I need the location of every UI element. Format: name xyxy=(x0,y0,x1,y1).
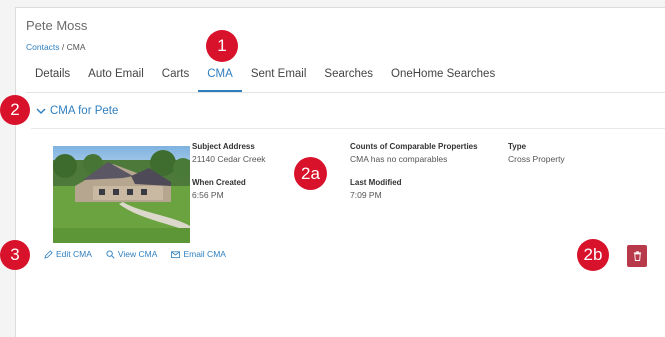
tab-onehome-searches[interactable]: OneHome Searches xyxy=(382,66,504,92)
view-cma-link[interactable]: View CMA xyxy=(106,249,158,259)
cma-section-toggle[interactable]: CMA for Pete xyxy=(36,105,118,117)
type-value: Cross Property xyxy=(508,154,565,164)
comparables-count-label: Counts of Comparable Properties xyxy=(350,142,478,151)
tab-carts[interactable]: Carts xyxy=(153,66,198,92)
callout-marker-1: 1 xyxy=(206,30,238,62)
cma-section-title: CMA for Pete xyxy=(50,105,119,117)
tab-auto-email[interactable]: Auto Email xyxy=(79,66,153,92)
edit-cma-link[interactable]: Edit CMA xyxy=(44,249,92,259)
contact-panel: Pete Moss Contacts / CMA Details Auto Em… xyxy=(15,7,665,337)
when-created-field: When Created 6:56 PM xyxy=(192,178,246,200)
contact-name: Pete Moss xyxy=(26,18,88,33)
comparables-count-value: CMA has no comparables xyxy=(350,154,448,164)
when-created-label: When Created xyxy=(192,178,246,187)
trash-icon xyxy=(633,251,641,261)
email-cma-label: Email CMA xyxy=(183,249,226,259)
last-modified-field: Last Modified 7:09 PM xyxy=(350,178,402,200)
tab-sent-email[interactable]: Sent Email xyxy=(242,66,316,92)
property-thumbnail xyxy=(53,146,190,243)
breadcrumb-contacts-link[interactable]: Contacts xyxy=(26,42,60,52)
envelope-icon xyxy=(171,250,181,258)
section-divider xyxy=(31,128,665,129)
tab-bar: Details Auto Email Carts CMA Sent Email … xyxy=(26,66,504,92)
pencil-icon xyxy=(44,249,53,259)
cma-actions: Edit CMA View CMA Email CMA xyxy=(44,249,226,259)
tab-details[interactable]: Details xyxy=(26,66,79,92)
delete-cma-button[interactable] xyxy=(627,245,647,267)
breadcrumb-separator: / xyxy=(59,42,67,52)
type-field: Type Cross Property xyxy=(508,142,565,164)
subject-address-label: Subject Address xyxy=(192,142,255,151)
tabs-divider xyxy=(26,92,665,93)
callout-marker-2b: 2b xyxy=(577,239,609,271)
callout-marker-3: 3 xyxy=(0,240,30,270)
tab-cma[interactable]: CMA xyxy=(198,66,242,92)
email-cma-link[interactable]: Email CMA xyxy=(171,249,226,259)
breadcrumb: Contacts / CMA xyxy=(26,42,86,52)
search-icon xyxy=(106,249,115,259)
subject-address-field: Subject Address 21140 Cedar Creek xyxy=(192,142,266,164)
callout-marker-2: 2 xyxy=(0,95,30,125)
edit-cma-label: Edit CMA xyxy=(56,249,92,259)
comparables-count-field: Counts of Comparable Properties CMA has … xyxy=(350,142,478,164)
last-modified-value: 7:09 PM xyxy=(350,190,382,200)
last-modified-label: Last Modified xyxy=(350,178,402,187)
breadcrumb-current: CMA xyxy=(66,42,86,52)
tab-searches[interactable]: Searches xyxy=(315,66,382,92)
subject-address-value: 21140 Cedar Creek xyxy=(192,154,266,164)
type-label: Type xyxy=(508,142,527,151)
view-cma-label: View CMA xyxy=(117,249,158,259)
callout-marker-2a: 2a xyxy=(294,157,327,190)
chevron-down-icon xyxy=(36,108,46,114)
when-created-value: 6:56 PM xyxy=(192,190,224,200)
